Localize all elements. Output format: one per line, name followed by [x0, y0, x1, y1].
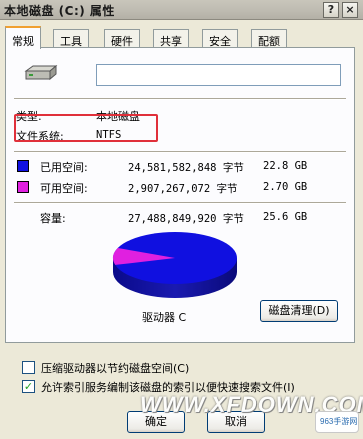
close-button[interactable]: ×	[342, 2, 358, 18]
window-title: 本地磁盘 (C:) 属性	[4, 4, 115, 18]
separator	[14, 98, 346, 100]
separator	[14, 151, 346, 153]
free-space-size: 2.70 GB	[263, 181, 308, 193]
disk-cleanup-button[interactable]: 磁盘清理(D)	[260, 300, 338, 322]
compress-checkbox[interactable]	[22, 361, 35, 374]
tab-hardware[interactable]: 硬件	[104, 29, 140, 48]
index-checkbox[interactable]: ✓	[22, 380, 35, 393]
capacity-bytes: 27,488,849,920 字节	[128, 213, 244, 225]
help-button[interactable]: ?	[323, 2, 339, 18]
tab-tools[interactable]: 工具	[53, 29, 89, 48]
drive-label: 驱动器 C	[142, 311, 187, 324]
hard-drive-icon	[24, 64, 58, 81]
used-space-swatch	[17, 160, 29, 172]
disk-usage-pie	[112, 232, 237, 298]
tab-general[interactable]: 常规	[5, 26, 41, 49]
watermark-badge: 963手游网	[315, 411, 359, 433]
used-space-bytes: 24,581,582,848 字节	[128, 162, 244, 174]
free-space-swatch	[17, 181, 29, 193]
free-space-label: 可用空间:	[40, 182, 88, 195]
capacity-label: 容量:	[40, 212, 66, 225]
volume-name-input[interactable]	[96, 64, 341, 86]
used-space-label: 已用空间:	[40, 161, 88, 174]
capacity-size: 25.6 GB	[263, 211, 308, 223]
separator	[14, 202, 346, 204]
tab-quota[interactable]: 配额	[251, 29, 287, 48]
title-bar: 本地磁盘 (C:) 属性 ? ×	[0, 0, 363, 20]
compress-label: 压缩驱动器以节约磁盘空间(C)	[41, 362, 190, 375]
used-space-size: 22.8 GB	[263, 160, 308, 172]
free-space-bytes: 2,907,267,072 字节	[128, 183, 238, 195]
tab-security[interactable]: 安全	[202, 29, 238, 48]
general-tab-panel: 类型: 本地磁盘 文件系统: NTFS 已用空间: 24,581,582,848…	[5, 47, 355, 343]
properties-dialog: 本地磁盘 (C:) 属性 ? × 常规 工具 硬件 共享 安全 配额 类型: 本…	[0, 0, 363, 439]
tab-sharing[interactable]: 共享	[153, 29, 189, 48]
file-system-highlight	[14, 114, 158, 142]
